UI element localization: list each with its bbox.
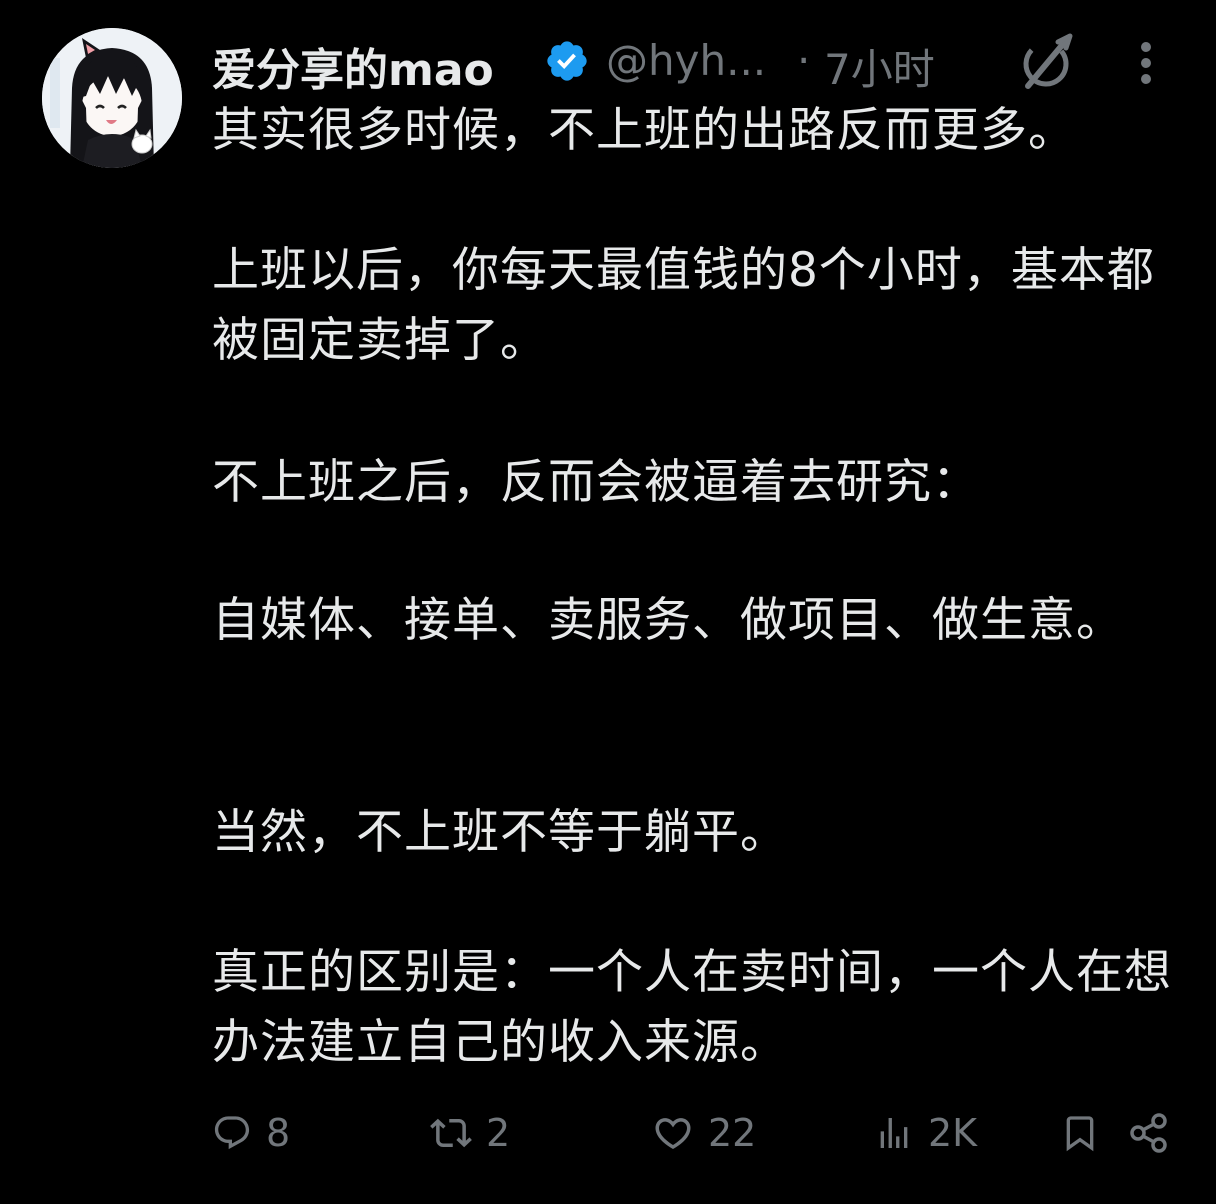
like-button[interactable]: 22 <box>652 1100 756 1166</box>
tweet-paragraph: 当然，不上班不等于躺平。 <box>212 805 788 860</box>
repost-icon <box>430 1118 472 1148</box>
reply-count: 8 <box>266 1111 291 1155</box>
author-display-name[interactable]: 爱分享的mao <box>212 34 494 98</box>
author-handle[interactable]: @hyh... <box>606 36 766 85</box>
views-count: 2K <box>928 1111 978 1155</box>
share-button[interactable] <box>1128 1100 1170 1166</box>
avatar[interactable] <box>42 28 182 168</box>
tweet-timestamp[interactable]: 7小时 <box>824 36 935 97</box>
like-count: 22 <box>708 1111 757 1155</box>
tweet-paragraph: 自媒体、接单、卖服务、做项目、做生意。 <box>212 593 1124 648</box>
share-icon <box>1130 1113 1167 1153</box>
views-icon <box>880 1118 908 1148</box>
repost-button[interactable]: 2 <box>430 1100 510 1166</box>
views-button[interactable]: 2K <box>874 1100 977 1166</box>
tweet-paragraph: 不上班之后，反而会被逼着去研究： <box>212 455 980 510</box>
reply-button[interactable]: 8 <box>212 1100 290 1166</box>
bookmark-icon <box>1066 1116 1094 1152</box>
tweet: 爱分享的mao @hyh... · 7小时 其实很多时候，不上班的出路反而更多。… <box>0 0 1216 1204</box>
verified-badge-icon[interactable] <box>544 38 590 84</box>
tweet-paragraph: 真正的区别是：一个人在卖时间，一个人在想办法建立自己的收入来源。 <box>212 945 1172 1070</box>
bookmark-button[interactable] <box>1060 1100 1100 1166</box>
tweet-action-bar: 8 2 22 2K <box>0 1100 1216 1166</box>
tweet-header: 爱分享的mao @hyh... · 7小时 <box>212 26 1212 96</box>
tweet-paragraph: 其实很多时候，不上班的出路反而更多。 <box>212 103 1076 158</box>
separator-dot: · <box>797 36 811 85</box>
repost-count: 2 <box>486 1111 511 1155</box>
anime-girl-avatar-icon <box>42 28 182 168</box>
heart-icon <box>655 1118 691 1150</box>
grok-icon[interactable] <box>1014 30 1078 94</box>
tweet-paragraph: 上班以后，你每天最值钱的8个小时，基本都被固定卖掉了。 <box>212 243 1155 368</box>
more-vertical-icon[interactable] <box>1130 38 1162 88</box>
reply-icon <box>214 1116 250 1150</box>
